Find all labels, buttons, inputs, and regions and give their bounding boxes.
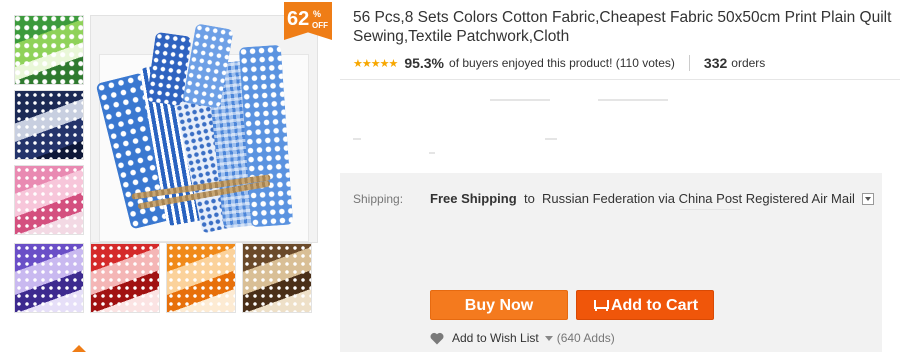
rating-row: ★★★★★ 95.3% of buyers enjoyed this produ… [353,53,765,73]
gallery-thumbnail-3[interactable] [14,165,84,235]
gallery-thumbnail-5[interactable] [90,243,160,313]
discount-badge: 62 % OFF [284,2,332,40]
up-arrow-icon [72,345,86,352]
shipping-subtext [680,207,800,213]
shipping-label: Shipping: [353,192,404,206]
gallery-thumbnail-1[interactable] [14,15,84,85]
gallery-thumbnail-2[interactable] [14,90,84,160]
discount-number: 62 [287,8,310,30]
main-product-image[interactable] [90,15,318,243]
discount-off-label: OFF [312,21,328,30]
rating-description: of buyers enjoyed this product! (110 vot… [449,56,675,70]
cart-icon [592,299,609,311]
gallery-thumbnail-7[interactable] [242,243,312,313]
shipping-to: to [524,191,535,206]
gallery-thumbnail-4[interactable] [14,243,84,313]
product-title-line-2: Sewing,Textile Patchwork,Cloth [353,28,570,45]
gallery-thumbnail-6[interactable] [166,243,236,313]
caret-down-icon[interactable] [544,335,553,341]
free-shipping-text: Free Shipping [430,191,517,206]
price-area [353,90,898,166]
product-title-line-1: 56 Pcs,8 Sets Colors Cotton Fabric,Cheap… [353,9,892,26]
orders-count: 332 [703,55,728,71]
rating-divider [688,55,690,71]
wish-list-count: (640 Adds) [556,331,615,345]
chevron-down-icon[interactable] [862,193,874,205]
star-rating-icon[interactable]: ★★★★★ [353,57,398,70]
wish-list-row[interactable]: Add to Wish List (640 Adds) [430,330,615,346]
heart-icon [430,332,444,344]
buy-now-button[interactable]: Buy Now [430,290,568,320]
shipping-destination[interactable]: Russian Federation via China Post Regist… [542,191,855,206]
product-info: 56 Pcs,8 Sets Colors Cotton Fabric,Cheap… [340,0,900,352]
rating-percent: 95.3% [404,55,445,71]
orders-label: orders [731,56,766,70]
shipping-panel: Shipping: Free Shipping to Russian Feder… [340,173,882,352]
discount-percent-sign: % [313,9,322,19]
divider [340,79,900,80]
add-to-cart-label: Add to Cart [610,297,699,314]
product-gallery: 62 % OFF [0,0,332,352]
add-to-cart-button[interactable]: Add to Cart [576,290,714,320]
add-to-wish-list-link[interactable]: Add to Wish List [452,331,539,345]
